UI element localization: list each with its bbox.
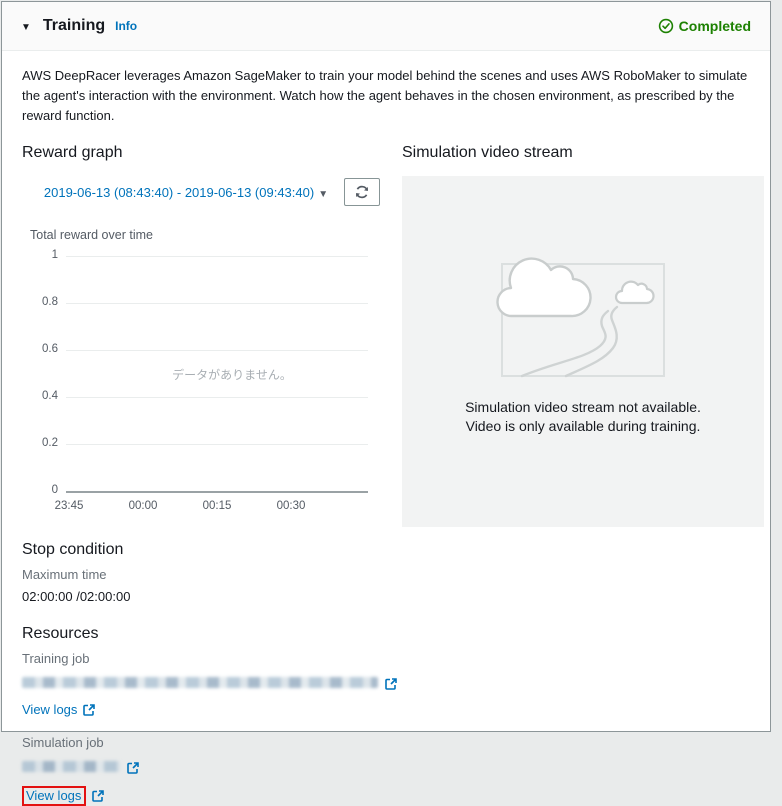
panel-title: Training (42, 17, 106, 34)
training-job-label: Training job (22, 651, 90, 667)
reward-graph-section: Reward graph 2019-06-13 (08:43:40) - 201… (22, 144, 402, 527)
video-placeholder: Simulation video stream not available. V… (402, 176, 764, 528)
x-tick-label: 00:30 (276, 500, 306, 513)
refresh-icon (356, 186, 369, 199)
x-tick-label: 00:00 (128, 500, 158, 513)
reward-graph-heading: Reward graph (22, 144, 123, 162)
video-unavailable-message: Simulation video stream not available. V… (402, 398, 764, 436)
stop-condition-section: Stop condition Maximum time 02:00:00 /02… (22, 541, 750, 604)
date-range-label: 2019-06-13 (08:43:40) - 2019-06-13 (09:4… (43, 184, 315, 200)
y-tick-label: 0 (51, 484, 58, 497)
panel-header: ▼ Training Info Completed (2, 2, 770, 51)
gridline (66, 491, 368, 494)
info-link[interactable]: Info (115, 19, 137, 33)
gridline (66, 350, 368, 352)
chart-title: Total reward over time (30, 228, 153, 243)
collapse-triangle-icon[interactable]: ▼ (21, 22, 31, 33)
external-link-icon (92, 790, 105, 803)
y-tick-label: 0.4 (42, 390, 58, 403)
panel-description: AWS DeepRacer leverages Amazon SageMaker… (22, 68, 748, 124)
video-message-line1: Simulation video stream not available. (465, 399, 701, 416)
chevron-down-icon: ▼ (318, 188, 329, 200)
x-tick-label: 23:45 (54, 500, 84, 513)
training-job-link-redacted[interactable] (22, 675, 378, 693)
y-tick-label: 1 (51, 249, 58, 262)
simulation-view-logs-link[interactable]: View logs (26, 788, 81, 803)
stop-condition-heading: Stop condition (22, 541, 124, 559)
gridline (66, 444, 368, 446)
maximum-time-value: 02:00:00 /02:00:00 (22, 589, 131, 605)
highlight-box: View logs (22, 786, 87, 806)
resources-section: Resources Training job View logs Simulat… (22, 625, 750, 806)
external-link-icon (385, 678, 397, 691)
external-link-icon (83, 704, 96, 716)
chart-no-data-message: データがありません。 (172, 368, 292, 383)
x-tick-label: 00:15 (202, 500, 232, 513)
external-link-icon (127, 762, 139, 775)
maximum-time-label: Maximum time (22, 567, 107, 583)
gridline (66, 256, 368, 258)
y-tick-label: 0.6 (42, 343, 58, 356)
gridline (66, 303, 368, 305)
resources-heading: Resources (22, 625, 99, 643)
status-label: Completed (678, 18, 751, 34)
video-stream-heading: Simulation video stream (402, 144, 573, 162)
gridline (66, 397, 368, 399)
simulation-job-label: Simulation job (22, 735, 104, 751)
reward-chart-plot: データがありません。 1 0.8 0.6 0.4 0.2 0 23:45 00:00 00:15… (22, 248, 370, 520)
landscape-placeholder-icon (496, 257, 665, 378)
date-range-dropdown[interactable]: 2019-06-13 (08:43:40) - 2019-06-13 (09:4… (44, 185, 328, 200)
refresh-button[interactable] (344, 178, 381, 207)
video-stream-section: Simulation video stream Simulation video… (402, 144, 764, 528)
simulation-job-link-redacted[interactable] (22, 759, 120, 777)
check-circle-icon (658, 18, 673, 34)
y-tick-label: 0.8 (42, 296, 58, 309)
training-view-logs-link[interactable]: View logs (22, 702, 77, 717)
redacted-text (22, 677, 378, 689)
status-badge: Completed (658, 18, 751, 34)
redacted-text (22, 761, 120, 773)
video-message-line2: Video is only available during training. (465, 418, 701, 435)
y-tick-label: 0.2 (42, 437, 58, 450)
training-panel: ▼ Training Info Completed AWS DeepRacer … (1, 1, 771, 806)
